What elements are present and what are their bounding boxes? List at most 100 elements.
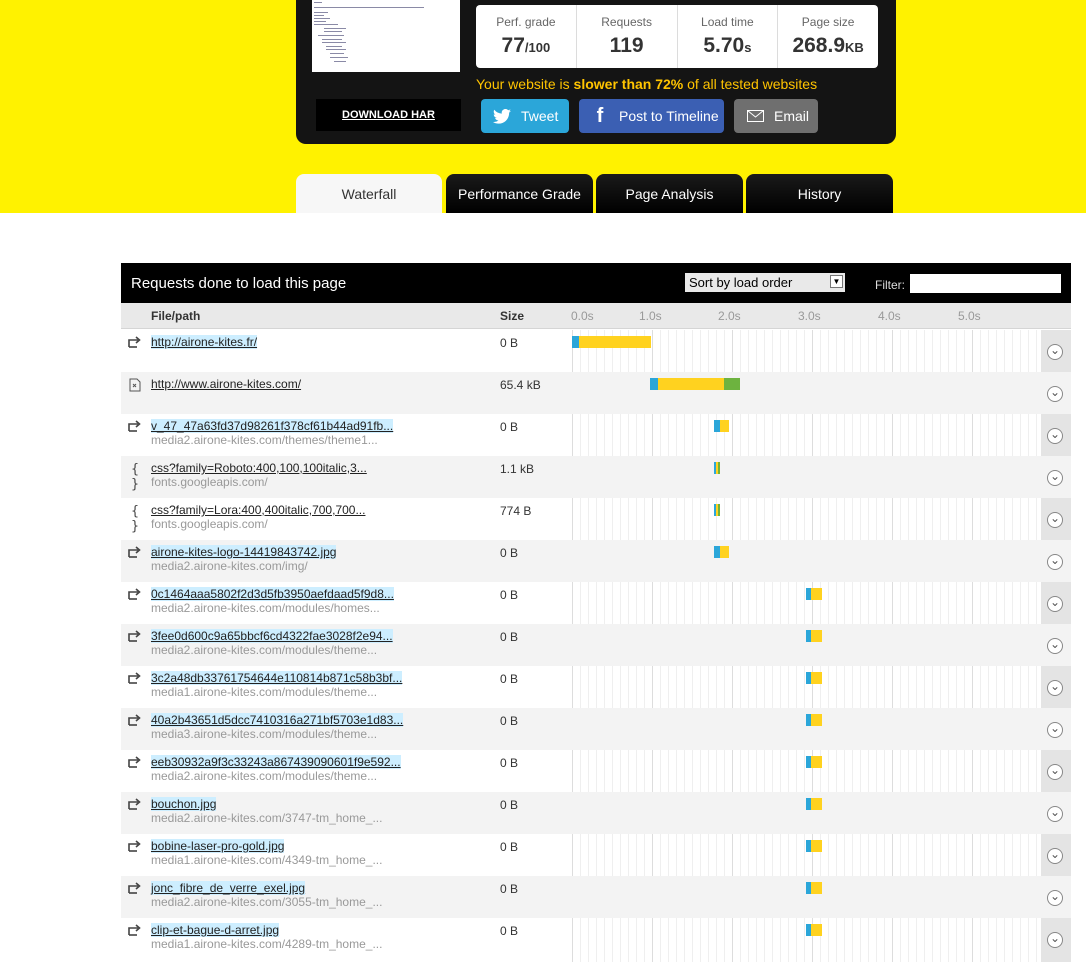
chevron-down-icon[interactable]: ⌄: [1047, 722, 1063, 738]
request-url[interactable]: 0c1464aaa5802f2d3d5fb3950aefdaad5f9d8...: [151, 587, 394, 601]
requests-title: Requests done to load this page: [131, 275, 347, 292]
request-url[interactable]: 3fee0d600c9a65bbcf6cd4322fae3028f2e94...: [151, 629, 393, 643]
redirect-icon: [127, 672, 143, 688]
timing-bar-wait[interactable]: [811, 798, 822, 810]
tweet-label: Tweet: [521, 108, 559, 124]
redirect-icon: [127, 882, 143, 898]
document-icon: [127, 378, 143, 394]
timing-bar-receive[interactable]: [724, 378, 740, 390]
filter-input[interactable]: [910, 274, 1061, 293]
chevron-down-icon[interactable]: ⌄: [1047, 848, 1063, 864]
request-url[interactable]: 40a2b43651d5dcc7410316a271bf5703e1d83...: [151, 713, 404, 727]
request-host: media3.airone-kites.com/modules/theme...: [151, 727, 378, 741]
request-row[interactable]: http://airone-kites.fr/0 B ⌄: [121, 330, 1071, 372]
request-url[interactable]: 3c2a48db33761754644e110814b871c58b3bf...: [151, 671, 403, 685]
tab-page-analysis[interactable]: Page Analysis: [596, 174, 743, 213]
request-host: media2.airone-kites.com/3747-tm_home_...: [151, 811, 383, 825]
request-url[interactable]: v_47_47a63fd37d98261f378cf61b44ad91fb...: [151, 419, 394, 433]
request-host: fonts.googleapis.com/: [151, 517, 268, 531]
time-tick: 2.0s: [718, 309, 741, 323]
request-url[interactable]: http://airone-kites.fr/: [151, 335, 258, 349]
request-row[interactable]: 40a2b43651d5dcc7410316a271bf5703e1d83...…: [121, 708, 1071, 750]
timing-bar-wait[interactable]: [720, 546, 729, 558]
chevron-down-icon[interactable]: ⌄: [1047, 428, 1063, 444]
request-url[interactable]: airone-kites-logo-14419843742.jpg: [151, 545, 337, 559]
request-row[interactable]: jonc_fibre_de_verre_exel.jpg media2.airon…: [121, 876, 1071, 918]
comparison-text: Your website is slower than 72% of all t…: [476, 76, 818, 92]
request-row[interactable]: { } css?family=Roboto:400,100,100italic,3…: [121, 456, 1071, 498]
timing-bar-receive[interactable]: [718, 462, 721, 474]
timing-bar-wait[interactable]: [579, 336, 652, 348]
post-to-timeline-button[interactable]: f Post to Timeline: [579, 99, 724, 133]
filter-label: Filter:: [875, 278, 905, 292]
stat-page-size: Page size 268.9KB: [778, 5, 878, 68]
request-url[interactable]: bobine-laser-pro-gold.jpg: [151, 839, 285, 853]
request-row[interactable]: 0c1464aaa5802f2d3d5fb3950aefdaad5f9d8...…: [121, 582, 1071, 624]
request-row[interactable]: http://www.airone-kites.com/65.4 kB ⌄: [121, 372, 1071, 414]
timing-bar-wait[interactable]: [720, 420, 729, 432]
chevron-down-icon[interactable]: ⌄: [1047, 512, 1063, 528]
timing-bar-wait[interactable]: [811, 756, 822, 768]
request-row[interactable]: v_47_47a63fd37d98261f378cf61b44ad91fb...…: [121, 414, 1071, 456]
chevron-down-icon[interactable]: ⌄: [1047, 596, 1063, 612]
timing-bar-wait[interactable]: [811, 840, 822, 852]
timing-bar-dns[interactable]: [650, 378, 658, 390]
chevron-down-icon: ▼: [830, 275, 843, 288]
facebook-icon: f: [596, 104, 604, 127]
request-url[interactable]: eeb30932a9f3c33243a867439090601f9e592...: [151, 755, 401, 769]
timing-bar-wait[interactable]: [811, 630, 822, 642]
email-button[interactable]: Email: [734, 99, 818, 133]
request-url[interactable]: http://www.airone-kites.com/: [151, 377, 301, 391]
chevron-down-icon[interactable]: ⌄: [1047, 344, 1063, 360]
request-row[interactable]: bouchon.jpg media2.airone-kites.com/3747-…: [121, 792, 1071, 834]
request-size: 0 B: [500, 546, 519, 560]
timing-bar-wait[interactable]: [811, 882, 822, 894]
request-row[interactable]: clip-et-bague-d-arret.jpg media1.airone-k…: [121, 918, 1071, 960]
request-url[interactable]: clip-et-bague-d-arret.jpg: [151, 923, 280, 937]
tab-waterfall[interactable]: Waterfall: [296, 174, 442, 213]
download-har-button[interactable]: DOWNLOAD HAR: [316, 99, 461, 131]
column-size[interactable]: Size: [500, 309, 524, 323]
page-screenshot-thumbnail[interactable]: [312, 0, 460, 72]
timing-bar-receive[interactable]: [718, 504, 721, 516]
redirect-icon: [127, 840, 143, 856]
chevron-down-icon[interactable]: ⌄: [1047, 890, 1063, 906]
chevron-down-icon[interactable]: ⌄: [1047, 932, 1063, 948]
chevron-down-icon[interactable]: ⌄: [1047, 806, 1063, 822]
stat-label: Perf. grade: [496, 15, 556, 29]
tab-history[interactable]: History: [746, 174, 893, 213]
timing-bar-wait[interactable]: [811, 672, 822, 684]
request-row[interactable]: airone-kites-logo-14419843742.jpg media2.…: [121, 540, 1071, 582]
request-row[interactable]: 3c2a48db33761754644e110814b871c58b3bf...…: [121, 666, 1071, 708]
request-url[interactable]: css?family=Lora:400,400italic,700,700...: [151, 503, 365, 517]
post-to-timeline-label: Post to Timeline: [619, 108, 719, 124]
request-url[interactable]: bouchon.jpg: [151, 797, 217, 811]
request-size: 0 B: [500, 420, 519, 434]
chevron-down-icon[interactable]: ⌄: [1047, 554, 1063, 570]
timing-bar-wait[interactable]: [811, 924, 822, 936]
request-size: 0 B: [500, 630, 519, 644]
column-file-path[interactable]: File/path: [151, 309, 200, 323]
timing-bar-wait[interactable]: [811, 714, 822, 726]
timing-bar-wait[interactable]: [657, 378, 724, 390]
request-row[interactable]: 3fee0d600c9a65bbcf6cd4322fae3028f2e94...…: [121, 624, 1071, 666]
summary-panel: DOWNLOAD HAR Perf. grade 77/100 Requests…: [296, 0, 896, 144]
time-tick: 1.0s: [639, 309, 662, 323]
request-url[interactable]: css?family=Roboto:400,100,100italic,3...: [151, 461, 367, 475]
sort-select[interactable]: Sort by load order ▼: [685, 273, 845, 292]
chevron-down-icon[interactable]: ⌄: [1047, 638, 1063, 654]
tab-performance-grade[interactable]: Performance Grade: [446, 174, 593, 213]
request-row[interactable]: eeb30932a9f3c33243a867439090601f9e592...…: [121, 750, 1071, 792]
time-tick: 3.0s: [798, 309, 821, 323]
chevron-down-icon[interactable]: ⌄: [1047, 386, 1063, 402]
request-url[interactable]: jonc_fibre_de_verre_exel.jpg: [151, 881, 306, 895]
tweet-button[interactable]: Tweet: [481, 99, 569, 133]
chevron-down-icon[interactable]: ⌄: [1047, 764, 1063, 780]
request-row[interactable]: bobine-laser-pro-gold.jpg media1.airone-k…: [121, 834, 1071, 876]
email-label: Email: [774, 108, 810, 124]
timing-bar-dns[interactable]: [572, 336, 580, 348]
request-row[interactable]: { } css?family=Lora:400,400italic,700,700…: [121, 498, 1071, 540]
chevron-down-icon[interactable]: ⌄: [1047, 470, 1063, 486]
timing-bar-wait[interactable]: [811, 588, 822, 600]
chevron-down-icon[interactable]: ⌄: [1047, 680, 1063, 696]
